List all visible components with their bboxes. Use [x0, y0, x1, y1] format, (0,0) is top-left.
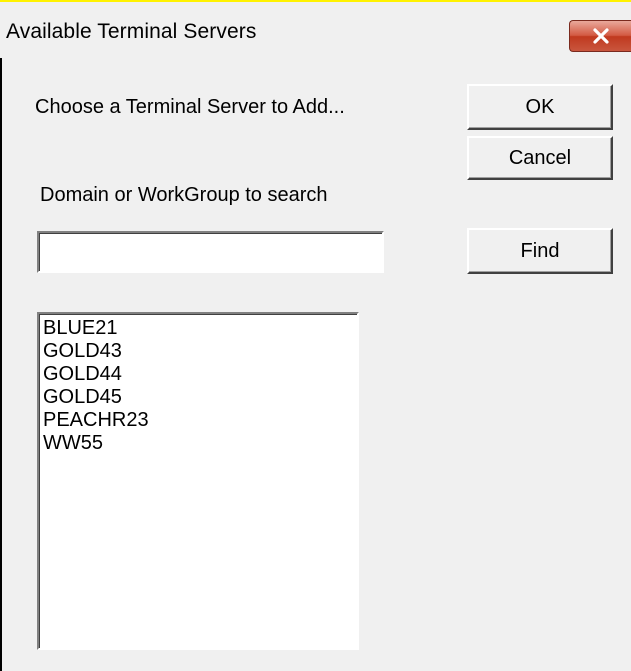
title-bar[interactable]: Available Terminal Servers	[0, 0, 631, 58]
prompt-label: Choose a Terminal Server to Add...	[35, 96, 345, 118]
list-item[interactable]: GOLD43	[43, 340, 353, 363]
find-button[interactable]: Find	[467, 228, 613, 274]
ok-button-label: OK	[525, 95, 555, 118]
dialog-window: Available Terminal Servers Choose a Term…	[0, 0, 631, 671]
window-left-edge	[0, 0, 2, 671]
list-item[interactable]: WW55	[43, 432, 353, 455]
domain-label: Domain or WorkGroup to search	[40, 184, 328, 206]
domain-input[interactable]	[39, 233, 382, 271]
cancel-button-label: Cancel	[508, 146, 572, 169]
list-item[interactable]: PEACHR23	[43, 409, 353, 432]
window-title: Available Terminal Servers	[6, 20, 257, 43]
domain-field[interactable]	[37, 231, 384, 273]
list-item[interactable]: GOLD45	[43, 386, 353, 409]
close-icon	[591, 28, 611, 44]
close-button[interactable]	[569, 20, 631, 52]
list-item[interactable]: BLUE21	[43, 317, 353, 340]
cancel-button[interactable]: Cancel	[467, 136, 613, 180]
ok-button[interactable]: OK	[467, 84, 613, 130]
list-item[interactable]: GOLD44	[43, 363, 353, 386]
find-button-label: Find	[520, 239, 560, 262]
server-list[interactable]: BLUE21 GOLD43 GOLD44 GOLD45 PEACHR23 WW5…	[37, 312, 359, 650]
